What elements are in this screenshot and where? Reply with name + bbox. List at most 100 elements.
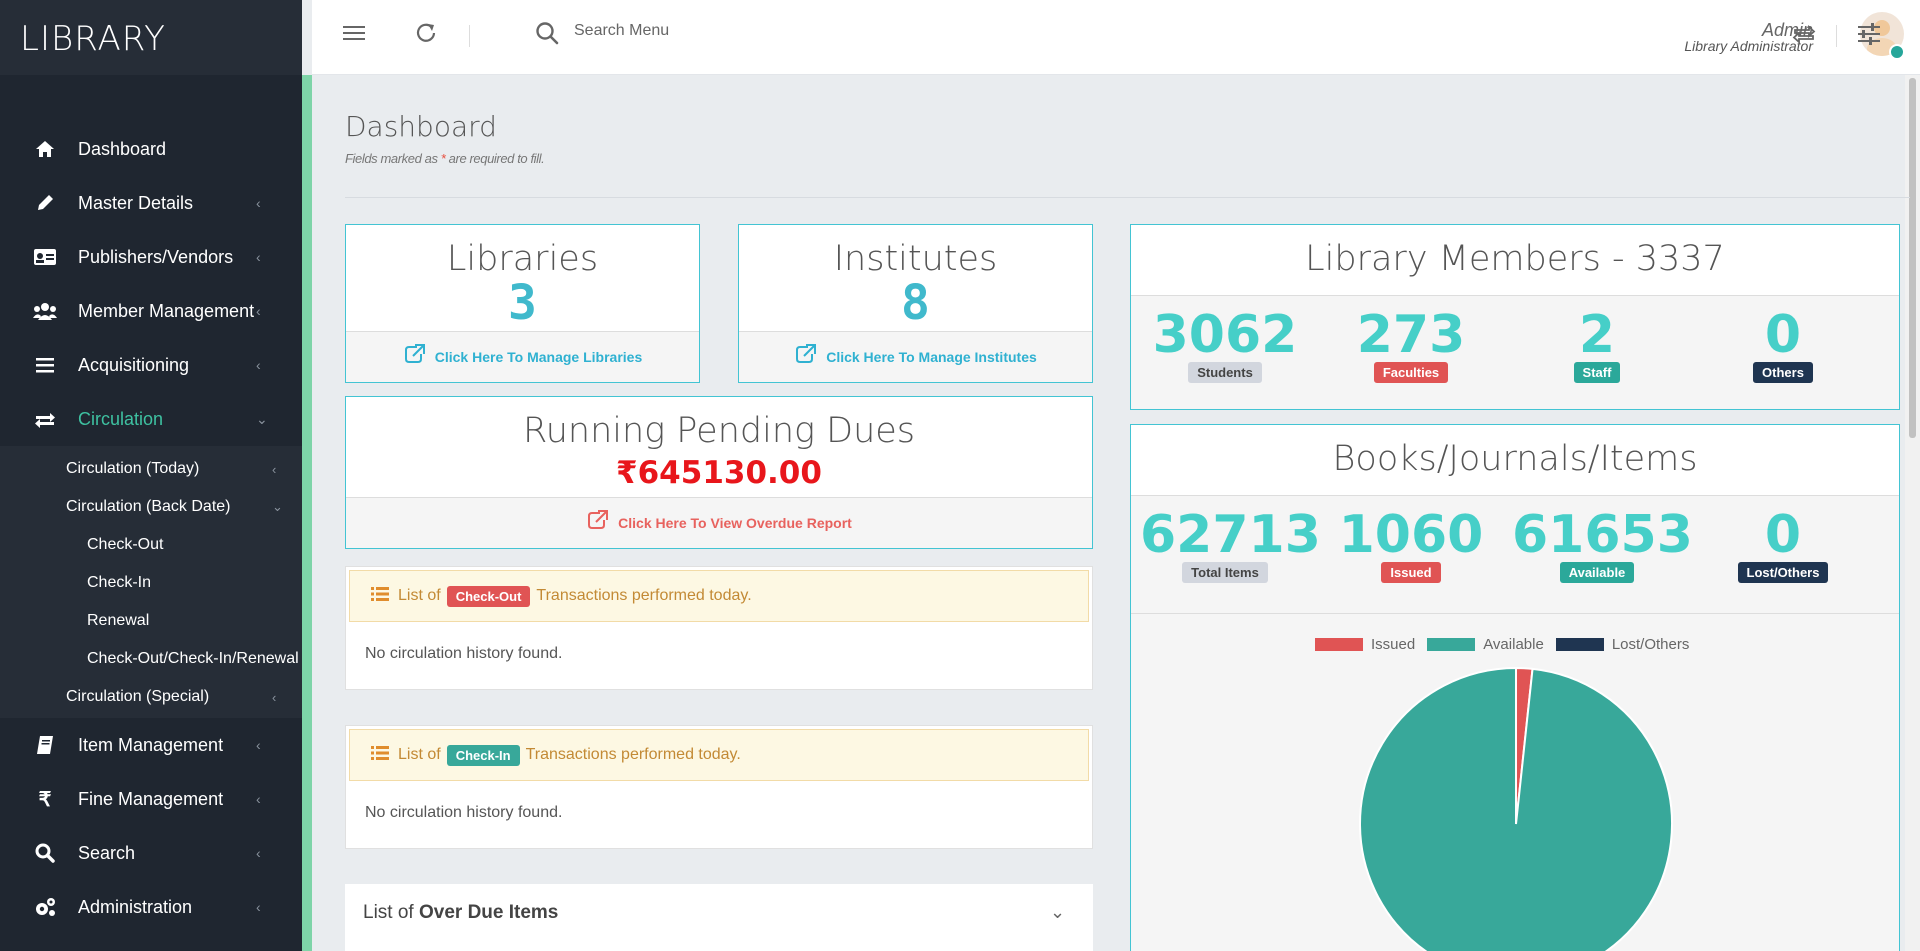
pending-dues-amount: ₹645130.00 bbox=[616, 455, 822, 491]
page-scrollbar-thumb[interactable] bbox=[1909, 78, 1916, 438]
chevron-left-icon: ‹ bbox=[256, 303, 261, 319]
legend-available[interactable]: Available bbox=[1427, 636, 1544, 653]
chevron-left-icon: ‹ bbox=[256, 845, 261, 861]
users-icon bbox=[33, 299, 57, 323]
page-title: Dashboard bbox=[345, 110, 497, 143]
chevron-left-icon: ‹ bbox=[272, 689, 277, 705]
page-subtitle: Fields marked as * are required to fill. bbox=[345, 151, 545, 166]
sub-item-label: Renewal bbox=[87, 612, 150, 629]
sub-item-label: Circulation (Special) bbox=[66, 688, 210, 705]
legend-swatch bbox=[1555, 638, 1604, 651]
sidebar-item-dashboard[interactable]: Dashboard bbox=[0, 122, 302, 176]
pie-slice-available[interactable] bbox=[1359, 666, 1673, 951]
institutes-title: Institutes bbox=[833, 239, 998, 279]
libraries-title: Libraries bbox=[446, 239, 599, 279]
sidebar-item-label: Acquisitioning bbox=[78, 354, 190, 375]
legend-label: Available bbox=[1483, 636, 1544, 653]
sidebar-item-label: Publishers/Vendors bbox=[78, 246, 234, 267]
members-stats: 3062 Students 273 Faculties 2 Staff 0 Ot… bbox=[1131, 295, 1899, 409]
chevron-left-icon: ‹ bbox=[256, 899, 261, 915]
empty-history-text: No circulation history found. bbox=[365, 804, 563, 821]
items-pie-chart[interactable] bbox=[1131, 664, 1901, 951]
link-text[interactable]: Click Here To View Overdue Report bbox=[618, 515, 852, 531]
stat-label: Faculties bbox=[1373, 362, 1449, 383]
empty-history-text: No circulation history found. bbox=[365, 645, 563, 662]
subtitle-text: are required to fill. bbox=[445, 151, 545, 166]
app-logo[interactable]: LIBRARY bbox=[0, 0, 302, 75]
sidebar-item-label: Dashboard bbox=[78, 138, 167, 159]
stat-value: 62713 bbox=[1140, 505, 1321, 565]
sidebar-item-item-management[interactable]: Item Management ‹ bbox=[0, 718, 302, 772]
pending-dues-card: Running Pending Dues ₹645130.00 Click He… bbox=[345, 396, 1093, 549]
sub-item-circulation-today[interactable]: Circulation (Today) ‹ bbox=[0, 450, 302, 488]
items-chart-area: Issued Available Lost/Others bbox=[1131, 613, 1899, 951]
link-text[interactable]: Click Here To Manage Libraries bbox=[435, 349, 642, 365]
chevron-left-icon: ‹ bbox=[256, 357, 261, 373]
overdue-items-panel[interactable]: List of Over Due Items ⌄ bbox=[345, 884, 1093, 951]
sidebar-item-label: Administration bbox=[78, 896, 193, 917]
subtitle-text: Fields marked as bbox=[345, 151, 441, 166]
stat-value: 2 bbox=[1578, 305, 1616, 365]
manage-institutes-link[interactable]: Click Here To Manage Institutes bbox=[739, 331, 1092, 382]
overdue-items-title: List of Over Due Items bbox=[363, 902, 558, 924]
chevron-left-icon: ‹ bbox=[256, 791, 261, 807]
chevron-down-icon[interactable]: ⌄ bbox=[1050, 902, 1065, 923]
sub-item-renewal[interactable]: Renewal bbox=[0, 602, 302, 640]
checkout-alert: List of Check-Out Transactions performed… bbox=[349, 570, 1089, 622]
stat-students: 3062 Students bbox=[1140, 308, 1310, 383]
book-icon bbox=[33, 733, 57, 757]
stat-value: 3062 bbox=[1152, 305, 1298, 365]
chevron-left-icon: ‹ bbox=[256, 737, 261, 753]
hamburger-menu-icon[interactable] bbox=[342, 22, 366, 50]
alert-suffix: Transactions performed today. bbox=[525, 746, 741, 763]
legend-swatch bbox=[1427, 638, 1476, 651]
sub-item-check-out[interactable]: Check-Out bbox=[0, 526, 302, 564]
sidebar-item-fine-management[interactable]: ₹ Fine Management ‹ bbox=[0, 772, 302, 826]
external-link-icon bbox=[586, 510, 609, 536]
alert-suffix: Transactions performed today. bbox=[536, 587, 752, 604]
sidebar-item-label: Master Details bbox=[78, 192, 194, 213]
sidebar-item-circulation[interactable]: Circulation ⌄ bbox=[0, 392, 302, 446]
stat-label: Lost/Others bbox=[1737, 562, 1829, 583]
sub-item-checkout-checkin-renewal[interactable]: Check-Out/Check-In/Renewal bbox=[0, 640, 302, 678]
legend-lost-others[interactable]: Lost/Others bbox=[1555, 636, 1689, 653]
link-text[interactable]: Click Here To Manage Institutes bbox=[826, 349, 1037, 365]
stat-label: Staff bbox=[1573, 362, 1621, 383]
chevron-left-icon: ‹ bbox=[272, 461, 277, 477]
sub-item-label: Check-Out bbox=[87, 536, 164, 553]
stat-value: 0 bbox=[1764, 305, 1802, 365]
sidebar-item-label: Item Management bbox=[78, 734, 224, 755]
sub-item-circulation-back-date[interactable]: Circulation (Back Date) ⌄ bbox=[0, 488, 302, 526]
manage-libraries-link[interactable]: Click Here To Manage Libraries bbox=[346, 331, 699, 382]
institutes-card: Institutes 8 Click Here To Manage Instit… bbox=[738, 224, 1093, 383]
sidebar-item-administration[interactable]: Administration ‹ bbox=[0, 880, 302, 934]
settings-sliders-icon[interactable] bbox=[1857, 23, 1881, 52]
search-icon[interactable] bbox=[534, 20, 560, 51]
stat-value: 1060 bbox=[1338, 505, 1484, 565]
sidebar-nav: Dashboard Master Details ‹ Publishers/Ve… bbox=[0, 122, 302, 934]
library-members-card: Library Members - 3337 3062 Students 273… bbox=[1130, 224, 1900, 410]
switch-icon[interactable] bbox=[1792, 22, 1816, 51]
sidebar-item-search[interactable]: Search ‹ bbox=[0, 826, 302, 880]
sidebar-scrollbar[interactable] bbox=[302, 75, 312, 951]
stat-issued: 1060 Issued bbox=[1326, 508, 1496, 583]
sidebar-item-master-details[interactable]: Master Details ‹ bbox=[0, 176, 302, 230]
refresh-icon[interactable] bbox=[415, 22, 439, 51]
overdue-report-link[interactable]: Click Here To View Overdue Report bbox=[346, 497, 1092, 548]
sub-item-check-in[interactable]: Check-In bbox=[0, 564, 302, 602]
sidebar-item-publishers[interactable]: Publishers/Vendors ‹ bbox=[0, 230, 302, 284]
stat-label: Others bbox=[1753, 362, 1813, 383]
exchange-icon bbox=[33, 407, 57, 431]
stat-staff: 2 Staff bbox=[1512, 308, 1682, 383]
sidebar-item-member-management[interactable]: Member Management ‹ bbox=[0, 284, 302, 338]
top-header: Admin Library Administrator bbox=[312, 0, 1920, 75]
alert-prefix: List of bbox=[398, 587, 441, 604]
sidebar-item-acquisitioning[interactable]: Acquisitioning ‹ bbox=[0, 338, 302, 392]
sub-item-circulation-special[interactable]: Circulation (Special) ‹ bbox=[0, 678, 302, 716]
cogs-icon bbox=[33, 895, 57, 919]
sidebar: LIBRARY Dashboard Master Details ‹ Publi… bbox=[0, 0, 302, 951]
online-status-dot bbox=[1889, 44, 1905, 60]
legend-issued[interactable]: Issued bbox=[1315, 636, 1415, 653]
search-menu-input[interactable] bbox=[574, 22, 874, 40]
external-link-icon bbox=[403, 344, 425, 370]
